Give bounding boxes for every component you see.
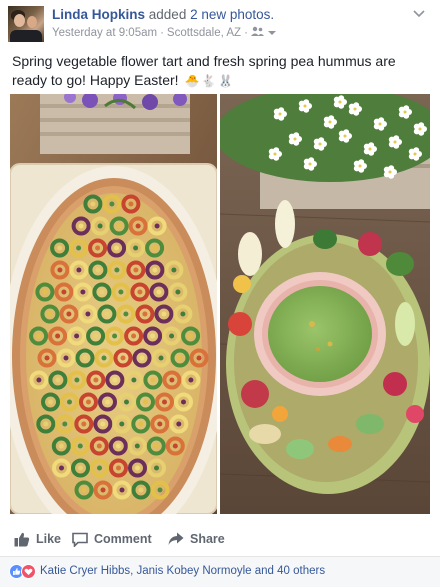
chevron-down-icon[interactable] xyxy=(410,8,428,22)
reaction-icons[interactable] xyxy=(9,564,39,580)
share-label: Share xyxy=(190,532,225,546)
facebook-post: Linda Hopkins added 2 new photos. Yester… xyxy=(0,0,440,587)
globe-friends-icon[interactable] xyxy=(250,26,265,39)
action-verb: added xyxy=(148,7,187,22)
chick-emoji: 🐣 xyxy=(184,74,200,88)
comment-label: Comment xyxy=(94,532,152,546)
meta-separator: · xyxy=(160,26,164,39)
like-button[interactable]: Like xyxy=(14,528,61,550)
timestamp[interactable]: Yesterday at 9:05am xyxy=(52,27,157,39)
rabbit-emoji: 🐇 xyxy=(201,74,217,88)
meta-separator-2: · xyxy=(244,26,248,39)
reactions-bar: Katie Cryer Hibbs, Janis Kobey Normoyle … xyxy=(0,556,440,587)
post-header-line: Linda Hopkins added 2 new photos. xyxy=(52,7,274,22)
post-text: Spring vegetable flower tart and fresh s… xyxy=(12,52,432,91)
comment-button[interactable]: Comment xyxy=(72,528,152,550)
hummus-photo[interactable] xyxy=(220,94,430,514)
post-actions: Like Comment Share xyxy=(0,524,440,554)
avatar[interactable] xyxy=(8,6,44,42)
reactions-summary[interactable]: Katie Cryer Hibbs, Janis Kobey Normoyle … xyxy=(40,565,325,577)
like-label: Like xyxy=(36,532,62,546)
love-reaction-icon xyxy=(21,564,36,579)
bunny-face-emoji: 🐰 xyxy=(218,74,234,88)
post-meta: Yesterday at 9:05am · Scottsdale, AZ · xyxy=(52,26,276,39)
share-icon xyxy=(168,532,184,546)
audience-chevron-icon[interactable] xyxy=(267,27,276,39)
photos-link[interactable]: 2 new photos. xyxy=(190,7,274,22)
location-link[interactable]: Scottsdale, AZ xyxy=(167,27,241,39)
author-name[interactable]: Linda Hopkins xyxy=(52,7,145,22)
tart-photo[interactable] xyxy=(10,94,217,514)
photo-grid xyxy=(10,94,430,514)
share-button[interactable]: Share xyxy=(168,528,225,550)
like-thumb-icon xyxy=(14,532,30,547)
comment-icon xyxy=(72,532,88,547)
post-header: Linda Hopkins added 2 new photos. Yester… xyxy=(8,6,432,46)
